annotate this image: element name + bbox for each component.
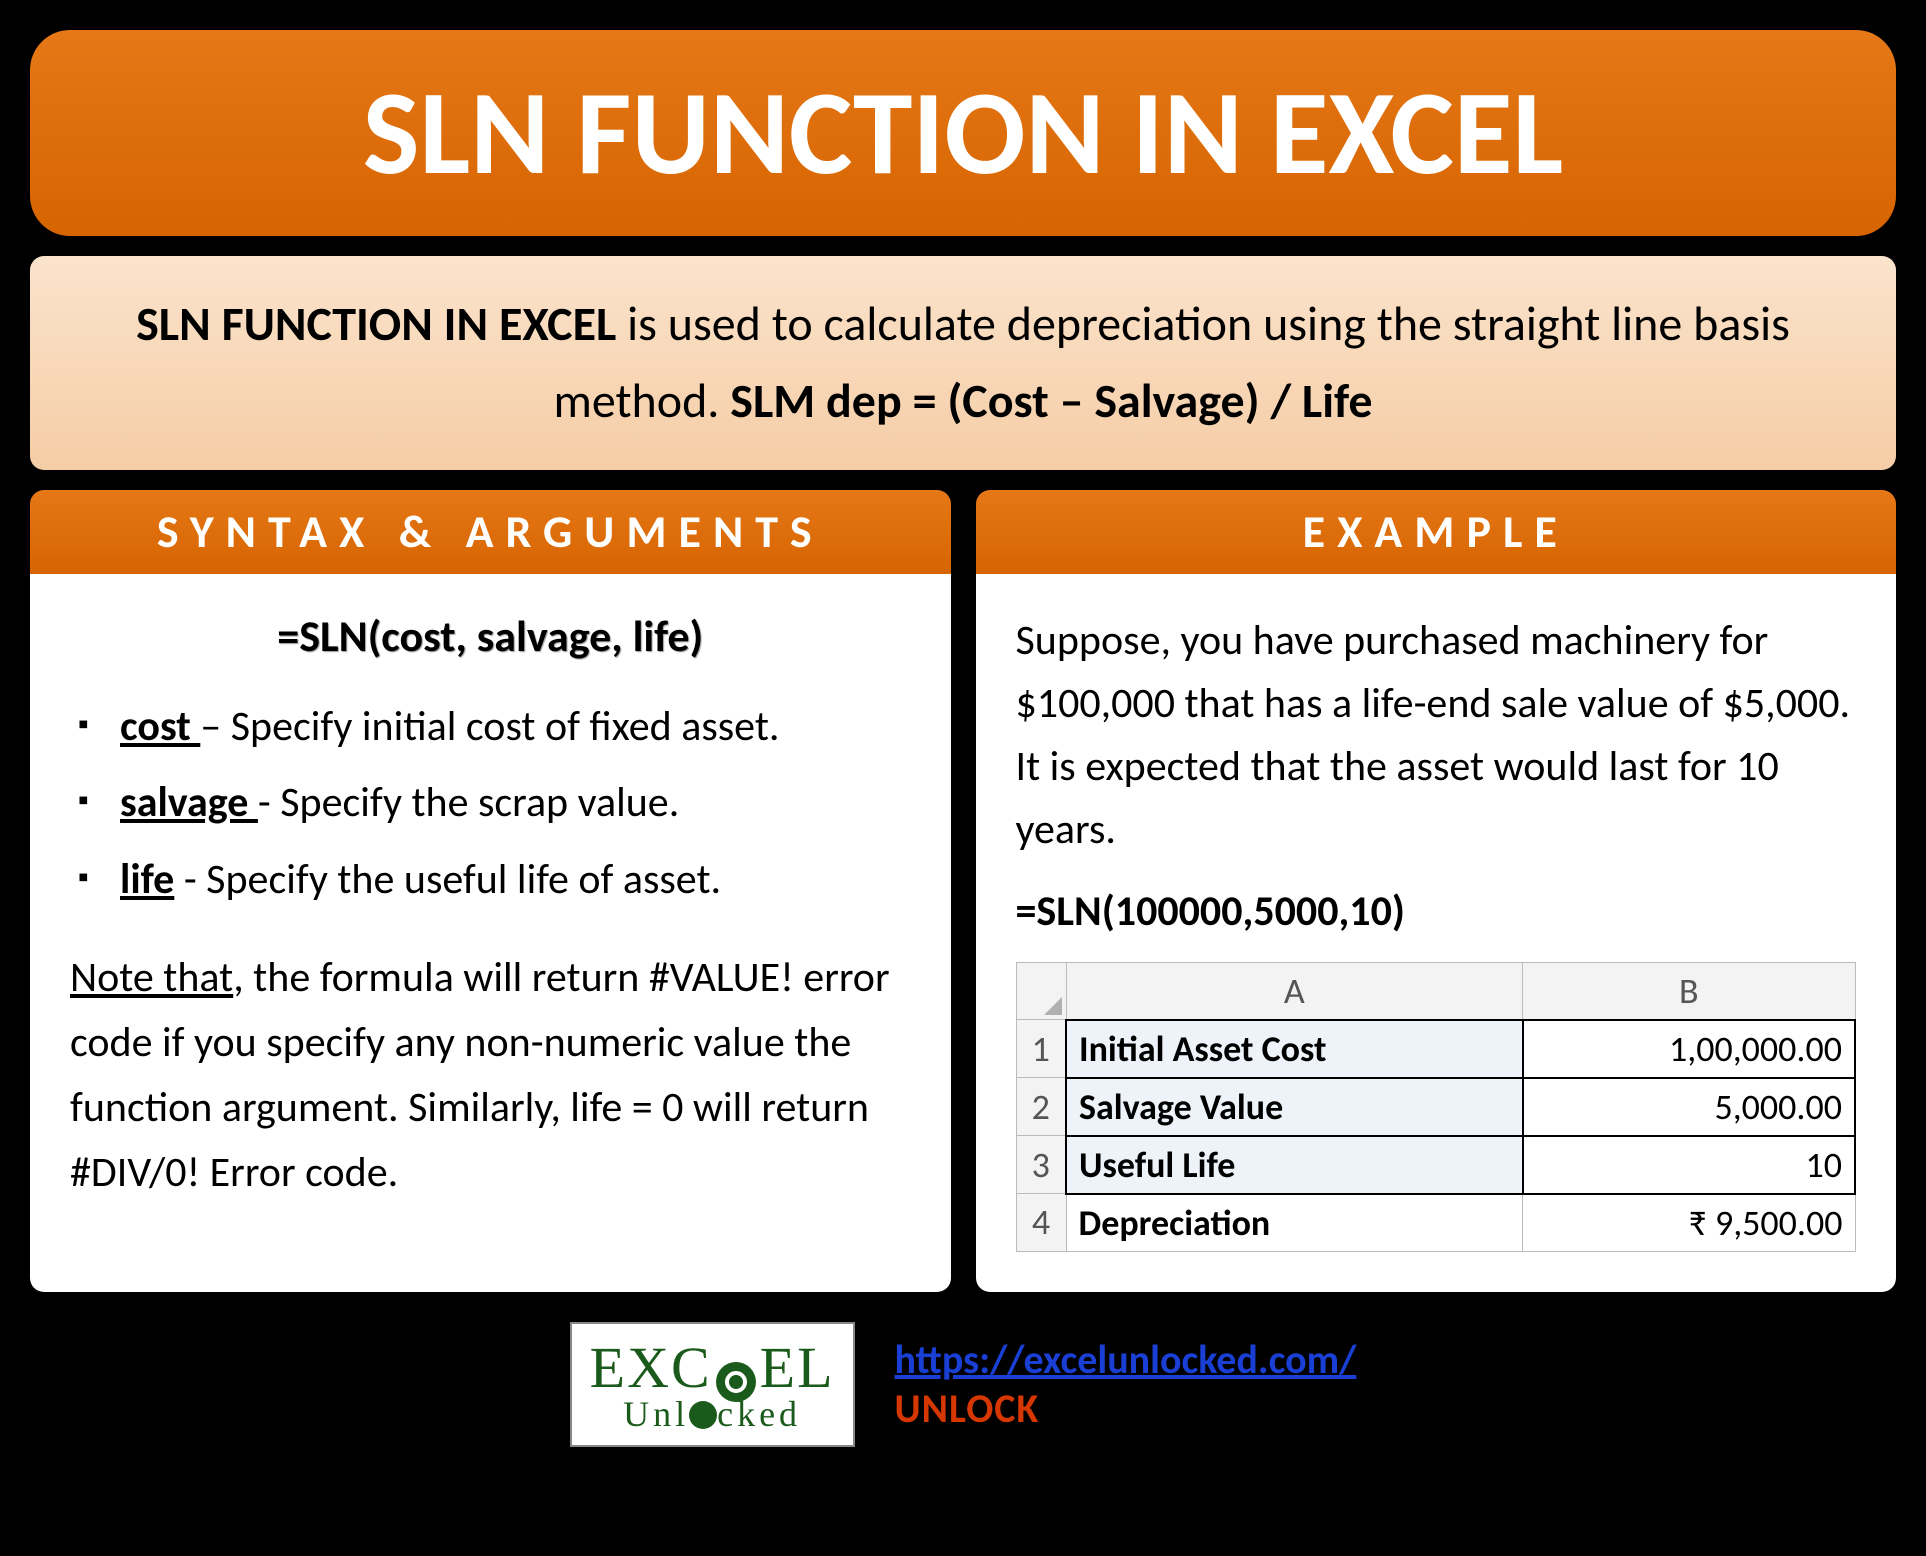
example-text: Suppose, you have purchased machinery fo… — [1016, 609, 1857, 861]
site-link[interactable]: https://excelunlocked.com/ — [895, 1335, 1357, 1384]
syntax-header: SYNTAX & ARGUMENTS — [30, 490, 951, 574]
cell-value: 5,000.00 — [1523, 1078, 1855, 1136]
logo-main: EXCEL — [590, 1334, 835, 1401]
footer-links: https://excelunlocked.com/ UNLOCK — [895, 1335, 1357, 1433]
table-row: 3 Useful Life 10 — [1016, 1136, 1855, 1194]
page-title: SLN FUNCTION IN EXCEL — [30, 30, 1896, 236]
description-bar: SLN FUNCTION IN EXCEL is used to calcula… — [30, 256, 1896, 470]
unlock-label: UNLOCK — [895, 1384, 1040, 1433]
table-corner — [1016, 962, 1066, 1020]
row-number: 2 — [1016, 1078, 1066, 1136]
example-column: EXAMPLE Suppose, you have purchased mach… — [976, 490, 1897, 1292]
cell-value: 1,00,000.00 — [1523, 1020, 1855, 1078]
arg-desc: - Specify the useful life of asset. — [174, 854, 721, 905]
list-item: salvage - Specify the scrap value. — [70, 774, 911, 833]
desc-bold-intro: SLN FUNCTION IN EXCEL — [136, 294, 616, 353]
table-row: 1 Initial Asset Cost 1,00,000.00 — [1016, 1020, 1855, 1078]
row-number: 3 — [1016, 1136, 1066, 1194]
key-icon — [716, 1362, 756, 1402]
list-item: cost – Specify initial cost of fixed ass… — [70, 698, 911, 757]
excel-table: A B 1 Initial Asset Cost 1,00,000.00 2 S… — [1016, 962, 1857, 1252]
logo-sub: Unlcked — [623, 1393, 801, 1435]
row-number: 1 — [1016, 1020, 1066, 1078]
arg-name: cost — [120, 701, 200, 752]
cell-label: Useful Life — [1066, 1136, 1523, 1194]
arg-name: life — [120, 854, 174, 905]
arg-name: salvage — [120, 777, 258, 828]
desc-bold-formula: SLM dep = (Cost – Salvage) / Life — [730, 371, 1372, 430]
cell-value: ₹ 9,500.00 — [1523, 1194, 1855, 1252]
argument-list: cost – Specify initial cost of fixed ass… — [70, 698, 911, 910]
note-lead: Note that — [70, 952, 233, 1003]
list-item: life - Specify the useful life of asset. — [70, 851, 911, 910]
example-header: EXAMPLE — [976, 490, 1897, 574]
syntax-note: Note that, the formula will return #VALU… — [70, 945, 911, 1205]
cell-label: Salvage Value — [1066, 1078, 1523, 1136]
cell-label: Initial Asset Cost — [1066, 1020, 1523, 1078]
logo: EXCEL Unlcked — [570, 1322, 855, 1447]
table-row: 2 Salvage Value 5,000.00 — [1016, 1078, 1855, 1136]
col-header-b: B — [1523, 962, 1855, 1020]
syntax-formula: =SLN(cost, salvage, life) — [70, 609, 911, 663]
cell-label: Depreciation — [1066, 1194, 1523, 1252]
example-formula: =SLN(100000,5000,10) — [1016, 886, 1857, 937]
arg-desc: - Specify the scrap value. — [258, 777, 679, 828]
cell-value: 10 — [1523, 1136, 1855, 1194]
row-number: 4 — [1016, 1194, 1066, 1252]
arg-desc: – Specify initial cost of fixed asset. — [200, 701, 779, 752]
table-row: 4 Depreciation ₹ 9,500.00 — [1016, 1194, 1855, 1252]
footer: EXCEL Unlcked https://excelunlocked.com/… — [30, 1312, 1896, 1447]
col-header-a: A — [1066, 962, 1523, 1020]
syntax-column: SYNTAX & ARGUMENTS =SLN(cost, salvage, l… — [30, 490, 951, 1292]
